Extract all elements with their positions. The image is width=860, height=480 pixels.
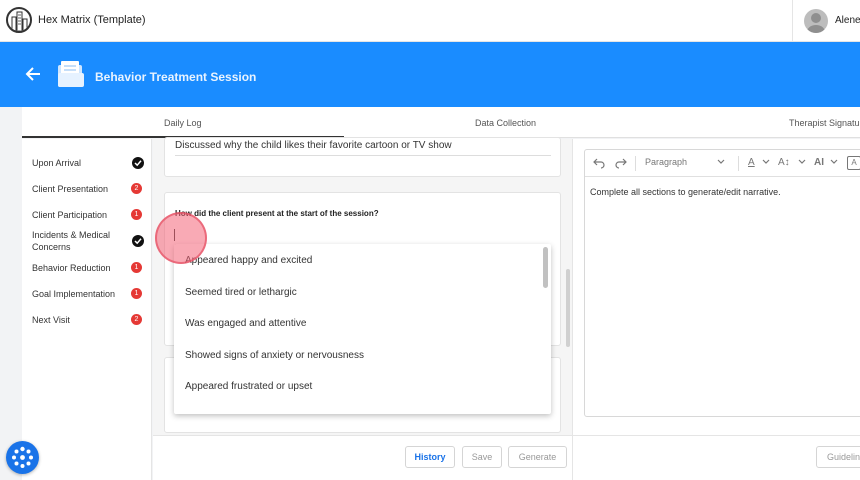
pending-count-badge: 2 [131, 183, 142, 194]
avatar[interactable] [804, 9, 828, 33]
guidelines-button[interactable]: Guidelines [816, 446, 860, 468]
suggestion-option[interactable]: Was engaged and attentive [185, 318, 306, 329]
folder-document-icon [56, 59, 86, 89]
toolbar-divider [635, 156, 636, 171]
question-label: How did the client present at the start … [175, 209, 379, 218]
field-underline [175, 155, 551, 156]
suggestion-option[interactable]: Showed signs of anxiety or nervousness [185, 350, 364, 361]
check-circle-icon [132, 235, 144, 247]
section-tabs: Daily Log Data Collection Therapist Sign… [22, 107, 860, 138]
pending-count-badge: 1 [131, 288, 142, 299]
sidebar-item-upon-arrival[interactable]: Upon Arrival [32, 157, 144, 169]
section-sidebar: Upon Arrival Client Presentation 2 Clien… [22, 139, 152, 480]
session-banner: Behavior Treatment Session [0, 42, 860, 107]
narrative-footer: Guidelines [573, 435, 860, 480]
tab-data-collection[interactable]: Data Collection [475, 118, 536, 128]
sidebar-item-label: Next Visit [32, 315, 70, 325]
app-title: Hex Matrix (Template) [38, 14, 146, 26]
sidebar-item-label: Client Presentation [32, 184, 109, 194]
building-logo-icon [6, 7, 32, 33]
dropdown-scrollbar[interactable] [543, 247, 548, 288]
save-button[interactable]: Save [462, 446, 502, 468]
suggestion-option[interactable]: Appeared frustrated or upset [185, 381, 312, 392]
suggestion-dropdown: Appeared happy and excited Seemed tired … [174, 244, 551, 414]
sidebar-item-label: Upon Arrival [32, 158, 82, 168]
form-area: Discussed why the child likes their favo… [153, 137, 572, 480]
sidebar-item-label: Behavior Reduction [32, 263, 111, 273]
chevron-down-icon[interactable] [830, 157, 838, 170]
form-footer: History Save Generate [153, 435, 572, 480]
touch-indicator [155, 212, 207, 264]
generate-button[interactable]: Generate [508, 446, 567, 468]
undo-icon[interactable] [593, 157, 605, 172]
previous-answer-card: Discussed why the child likes their favo… [164, 137, 561, 177]
tab-daily-log[interactable]: Daily Log [164, 118, 202, 128]
previous-answer-text: Discussed why the child likes their favo… [175, 140, 452, 151]
pending-count-badge: 1 [131, 262, 142, 273]
narrative-placeholder: Complete all sections to generate/edit n… [590, 187, 781, 197]
redo-icon[interactable] [615, 157, 627, 172]
history-button[interactable]: History [405, 446, 455, 468]
user-menu[interactable]: Alene [792, 0, 860, 42]
toolbar-divider [738, 156, 739, 171]
loading-spinner-icon[interactable] [6, 441, 39, 474]
tab-therapist-signature[interactable]: Therapist Signature [789, 118, 860, 128]
narrative-panel: Paragraph A A↕ AI A Complete all section… [572, 139, 860, 480]
sidebar-item-incidents-medical[interactable]: Incidents & Medical Concerns [32, 229, 144, 253]
top-bar: Hex Matrix (Template) Alene [0, 0, 860, 42]
sidebar-item-goal-implementation[interactable]: Goal Implementation 1 [32, 288, 144, 300]
chevron-down-icon[interactable] [717, 157, 725, 170]
check-circle-icon [132, 157, 144, 169]
back-arrow-icon[interactable] [24, 64, 44, 84]
text-box-icon[interactable]: A [847, 156, 860, 170]
user-name: Alene [835, 15, 860, 26]
narrative-editor[interactable]: Paragraph A A↕ AI A Complete all section… [584, 149, 860, 417]
editor-toolbar: Paragraph A A↕ AI A [585, 150, 860, 177]
sidebar-item-client-participation[interactable]: Client Participation 1 [32, 209, 144, 221]
ai-assist-icon[interactable]: AI [814, 157, 824, 168]
sidebar-item-label: Goal Implementation [32, 289, 116, 299]
font-size-icon[interactable]: A↕ [778, 157, 790, 168]
page-title: Behavior Treatment Session [95, 70, 257, 84]
sidebar-item-label: Client Participation [32, 210, 108, 220]
suggestion-option[interactable]: Seemed tired or lethargic [185, 287, 297, 298]
sidebar-item-behavior-reduction[interactable]: Behavior Reduction 1 [32, 262, 144, 274]
form-scrollbar[interactable] [566, 269, 570, 347]
sidebar-item-client-presentation[interactable]: Client Presentation 2 [32, 183, 144, 195]
sidebar-item-next-visit[interactable]: Next Visit 2 [32, 314, 144, 326]
block-format-select[interactable]: Paragraph [645, 157, 687, 167]
suggestion-option[interactable]: Appeared happy and excited [185, 255, 312, 266]
chevron-down-icon[interactable] [762, 157, 770, 170]
sidebar-item-label: Incidents & Medical Concerns [32, 230, 111, 252]
pending-count-badge: 2 [131, 314, 142, 325]
chevron-down-icon[interactable] [798, 157, 806, 170]
font-color-icon[interactable]: A [748, 157, 755, 168]
pending-count-badge: 1 [131, 209, 142, 220]
